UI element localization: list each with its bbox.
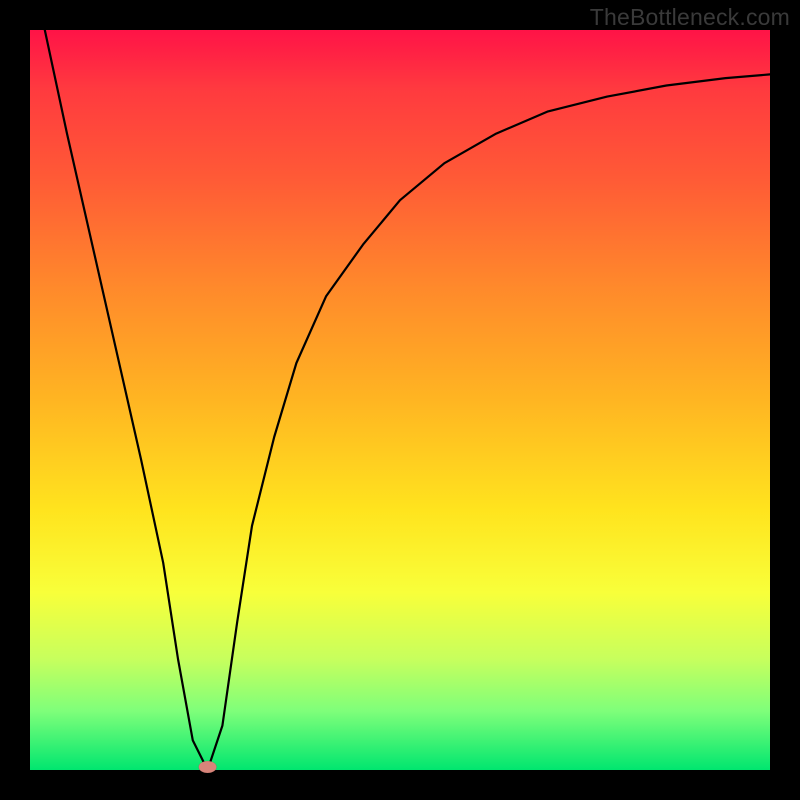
chart-frame: TheBottleneck.com xyxy=(0,0,800,800)
bottleneck-curve xyxy=(45,30,770,770)
plot-area xyxy=(30,30,770,770)
watermark-text: TheBottleneck.com xyxy=(590,4,790,31)
chart-svg xyxy=(30,30,770,770)
optimal-point-marker xyxy=(199,761,217,773)
